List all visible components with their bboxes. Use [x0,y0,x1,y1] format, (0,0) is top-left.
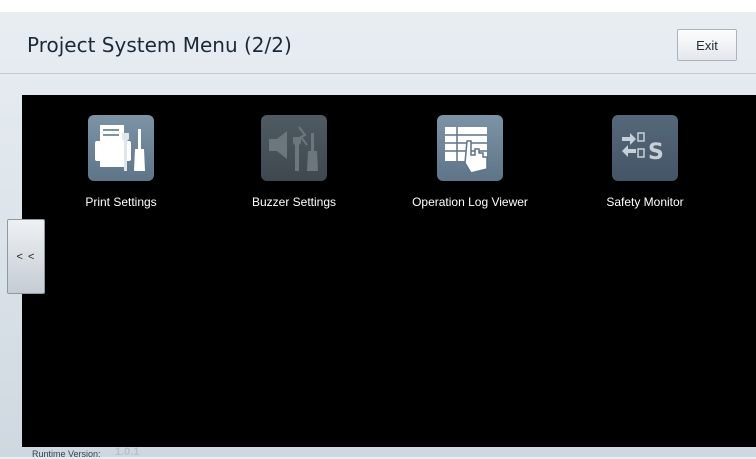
header-divider [0,73,756,74]
buzzer-settings-label: Buzzer Settings [251,195,337,209]
safety-monitor-icon: S [612,115,678,181]
window-top-strip [0,0,756,12]
buzzer-settings-tile[interactable]: Buzzer Settings [199,115,389,209]
operation-log-viewer-tile[interactable]: Operation Log Viewer [375,115,565,209]
print-settings-label: Print Settings [85,195,157,209]
menu-panel: Print Settings Buzzer Settings Operation… [22,95,756,447]
page-title: Project System Menu (2/2) [27,33,292,57]
safety-monitor-label: Safety Monitor [606,195,684,209]
print-settings-tile[interactable]: Print Settings [26,115,216,209]
svg-text:S: S [648,140,664,165]
safety-monitor-tile[interactable]: S Safety Monitor [550,115,740,209]
exit-button[interactable]: Exit [677,29,737,61]
previous-page-button[interactable]: < < [7,219,45,294]
speaker-wrench-icon [261,115,327,181]
runtime-version-label: Runtime Version: [32,449,101,459]
printer-wrench-icon [88,115,154,181]
log-hand-icon [437,115,503,181]
operation-log-viewer-label: Operation Log Viewer [412,195,528,209]
runtime-version-value: 1.0.1 [115,446,140,458]
